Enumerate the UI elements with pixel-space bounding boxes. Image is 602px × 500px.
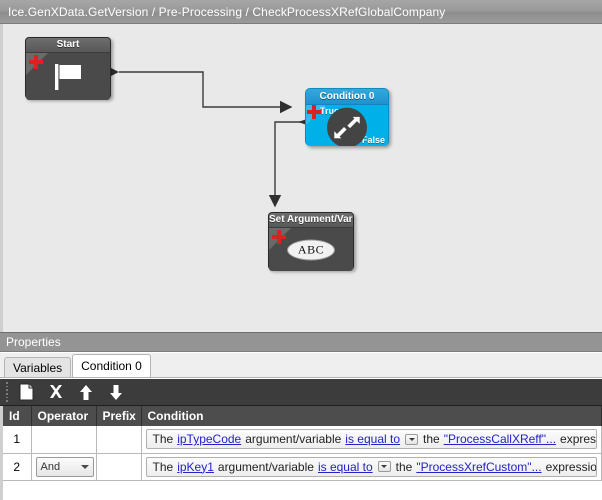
page-title: Properties — [6, 335, 61, 349]
node-set-argument[interactable]: Set Argument/Vari ABC — [268, 212, 354, 271]
tab-condition-0[interactable]: Condition 0 — [72, 354, 151, 377]
expr-text-the: The — [152, 432, 174, 447]
expr-comparator-link[interactable]: is equal to — [345, 432, 400, 446]
node-start-body — [26, 53, 110, 100]
node-condition-0[interactable]: Condition 0 True False — [305, 88, 389, 146]
conditions-grid[interactable]: Id Operator Prefix Condition 1 The ipTyp… — [0, 406, 602, 500]
column-header-id[interactable]: Id — [3, 406, 32, 426]
node-set-argument-body: ABC — [269, 228, 353, 271]
condition-arrows-icon — [327, 107, 367, 146]
table-header-row: Id Operator Prefix Condition — [3, 406, 602, 426]
comparator-dropdown-icon[interactable] — [405, 433, 418, 445]
cell-id: 2 — [3, 453, 32, 481]
expr-comparator-link[interactable]: is equal to — [318, 460, 373, 474]
delete-row-button[interactable] — [41, 380, 71, 404]
expr-variable-link[interactable]: ipTypeCode — [177, 432, 241, 446]
column-header-prefix[interactable]: Prefix — [96, 406, 142, 426]
breadcrumb: Ice.GenXData.GetVersion / Pre-Processing… — [8, 4, 446, 19]
move-up-button[interactable] — [71, 380, 101, 404]
properties-tab-strip: Variables Condition 0 — [0, 353, 602, 378]
table-row[interactable]: 2 And The ipKey1 argument/variable is eq… — [3, 453, 602, 481]
expr-text-the2: the — [395, 459, 413, 474]
abc-icon: ABC — [287, 239, 335, 260]
canvas-inner: Start Condition 0 True False Set Argumen… — [3, 24, 602, 332]
expr-variable-link[interactable]: ipKey1 — [177, 460, 214, 474]
flag-icon — [55, 63, 81, 90]
new-row-button[interactable] — [11, 380, 41, 404]
expr-text-argument: argument/variable — [245, 432, 342, 447]
node-set-argument-title: Set Argument/Vari — [269, 213, 353, 228]
expr-text-expression: expression — [560, 432, 597, 447]
breadcrumb-bar: Ice.GenXData.GetVersion / Pre-Processing… — [0, 0, 602, 24]
expr-text-expression: expression — [545, 459, 597, 474]
cell-prefix[interactable] — [96, 426, 142, 454]
workflow-canvas[interactable]: Start Condition 0 True False Set Argumen… — [0, 24, 602, 332]
properties-header: Properties — [0, 332, 602, 352]
expr-value-link[interactable]: "ProcessCallXReff"... — [444, 432, 556, 446]
column-header-condition[interactable]: Condition — [141, 406, 602, 426]
operator-value: And — [40, 460, 61, 473]
expr-text-the: The — [152, 459, 174, 474]
comparator-dropdown-icon[interactable] — [377, 461, 391, 472]
toolbar-grip[interactable] — [3, 381, 11, 403]
table-row[interactable]: 1 The ipTypeCode argument/variable is eq… — [3, 426, 602, 454]
node-condition-0-title: Condition 0 — [306, 89, 388, 105]
operator-dropdown[interactable]: And — [35, 456, 94, 477]
cell-operator[interactable]: And — [31, 453, 97, 481]
new-document-icon — [19, 383, 33, 401]
cell-prefix[interactable] — [96, 453, 142, 481]
chevron-down-icon — [80, 464, 89, 469]
tab-variables[interactable]: Variables — [4, 357, 72, 377]
x-delete-icon — [50, 385, 62, 398]
cell-operator[interactable] — [31, 426, 97, 454]
conditions-table: Id Operator Prefix Condition 1 The ipTyp… — [3, 406, 602, 481]
conditions-toolbar — [0, 379, 602, 406]
expr-text-the2: the — [423, 432, 440, 447]
node-corner-triangle — [26, 53, 48, 75]
expr-value-link[interactable]: "ProcessXrefCustom"... — [416, 460, 541, 474]
move-down-button[interactable] — [101, 380, 131, 404]
column-header-operator[interactable]: Operator — [31, 406, 97, 426]
arrow-up-icon — [80, 384, 92, 400]
cell-condition[interactable]: The ipKey1 argument/variable is equal to… — [141, 453, 602, 481]
cell-id: 1 — [3, 426, 32, 454]
node-start[interactable]: Start — [25, 37, 111, 100]
cell-condition[interactable]: The ipTypeCode argument/variable is equa… — [141, 426, 602, 454]
condition-expression-row-2[interactable]: The ipKey1 argument/variable is equal to… — [145, 456, 597, 477]
arrow-down-icon — [110, 384, 122, 400]
expr-text-argument: argument/variable — [217, 459, 314, 474]
condition-expression-row-1[interactable]: The ipTypeCode argument/variable is equa… — [145, 429, 597, 450]
node-condition-0-body: True False — [306, 105, 388, 146]
node-start-title: Start — [26, 38, 110, 53]
